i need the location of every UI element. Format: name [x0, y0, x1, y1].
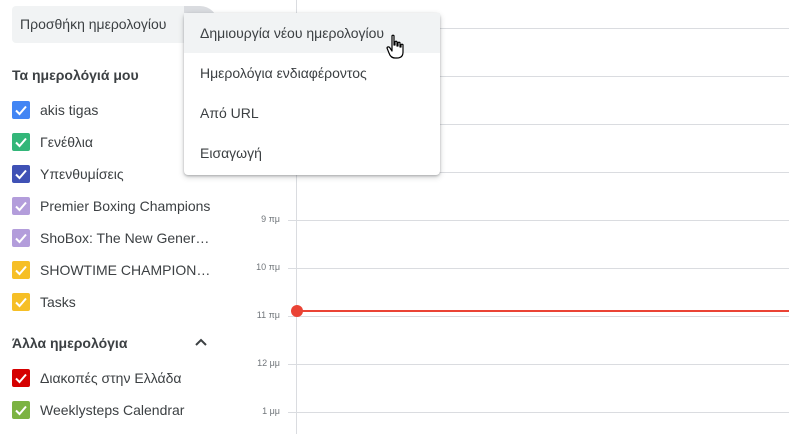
hour-line	[288, 412, 789, 413]
my-calendars-title[interactable]: Τα ημερολόγιά μου	[12, 67, 139, 83]
other-calendars-title[interactable]: Άλλα ημερολόγια	[12, 335, 127, 351]
current-time-dot	[291, 305, 303, 317]
hour-line	[288, 268, 789, 269]
calendar-label: Tasks	[40, 294, 76, 310]
calendar-label: SHOWTIME CHAMPIONSHIP BOXING	[40, 262, 216, 278]
time-label: 11 πμ	[256, 310, 280, 320]
hour-line	[288, 316, 789, 317]
calendar-item[interactable]: Tasks	[12, 290, 216, 314]
calendar-label: Διακοπές στην Ελλάδα	[40, 370, 182, 386]
calendar-item[interactable]: SHOWTIME CHAMPIONSHIP BOXING	[12, 258, 216, 282]
calendar-label: ShoBox: The New Generation	[40, 230, 216, 246]
time-label: 1 μμ	[262, 406, 280, 416]
hour-line	[288, 364, 789, 365]
checkbox-checked-icon[interactable]	[12, 369, 30, 387]
checkbox-checked-icon[interactable]	[12, 293, 30, 311]
checkbox-checked-icon[interactable]	[12, 165, 30, 183]
current-time-line	[297, 310, 789, 312]
calendar-label: Premier Boxing Champions	[40, 198, 211, 214]
calendar-item[interactable]: Premier Boxing Champions	[12, 194, 216, 218]
calendar-item[interactable]: Διακοπές στην Ελλάδα	[12, 366, 216, 390]
chevron-up-icon[interactable]	[192, 334, 210, 352]
checkbox-checked-icon[interactable]	[12, 197, 30, 215]
calendar-item[interactable]: Weeklysteps Calendrar	[12, 398, 216, 422]
hour-line	[288, 220, 789, 221]
checkbox-checked-icon[interactable]	[12, 401, 30, 419]
menu-item-import[interactable]: Εισαγωγή	[184, 133, 440, 173]
checkbox-checked-icon[interactable]	[12, 133, 30, 151]
checkbox-checked-icon[interactable]	[12, 101, 30, 119]
calendar-item[interactable]: ShoBox: The New Generation	[12, 226, 216, 250]
hand-cursor-icon	[386, 34, 406, 65]
time-label: 12 μμ	[257, 358, 280, 368]
calendar-label: Weeklysteps Calendrar	[40, 402, 185, 418]
checkbox-checked-icon[interactable]	[12, 261, 30, 279]
add-calendar-input[interactable]: Προσθήκη ημερολογίου	[12, 6, 184, 43]
menu-item-from-url[interactable]: Από URL	[184, 93, 440, 133]
time-label: 10 πμ	[256, 262, 280, 272]
time-label: 9 πμ	[261, 214, 280, 224]
checkbox-checked-icon[interactable]	[12, 229, 30, 247]
add-calendar-label: Προσθήκη ημερολογίου	[20, 16, 167, 32]
